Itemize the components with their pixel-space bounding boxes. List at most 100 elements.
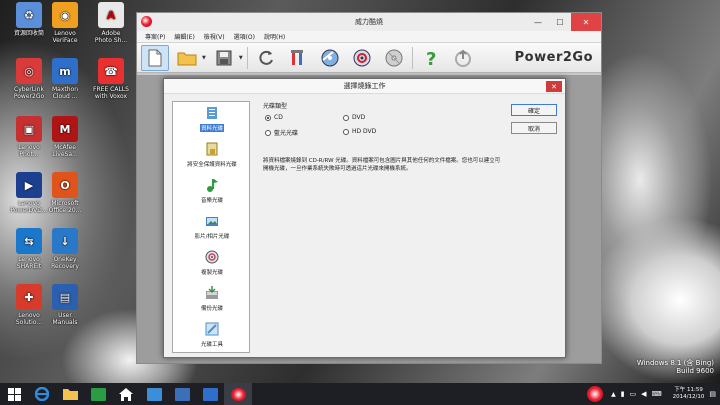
toolbar: ▼ ▼ ? Power2Go [137, 43, 601, 73]
radio-cd[interactable]: CD [265, 114, 283, 121]
task-label: 將安全保護資料光碟 [187, 162, 237, 168]
notifications-icon[interactable]: ▤ [709, 390, 716, 398]
folder-icon [177, 52, 197, 65]
burn-button[interactable] [316, 45, 344, 71]
desktop-icon-mcafee-livesafe[interactable]: M McAfee LiveSa... [42, 116, 88, 158]
task-label: 複製光碟 [200, 270, 223, 276]
erase-disc-button[interactable] [380, 45, 408, 71]
clock[interactable]: 下午 11:59 2014/12/10 [673, 387, 705, 401]
desktop-icon-onekey-recovery[interactable]: ↓ OneKey Recovery [42, 228, 88, 270]
taskbar-lenovo[interactable] [168, 383, 196, 405]
taskbar-home[interactable] [112, 383, 140, 405]
taskbar: ▲ ▮ ▭ ◀ ⌨ 下午 11:59 2014/12/10 ▤ [0, 383, 720, 405]
adobe-photoshop-icon: A [98, 2, 124, 28]
task-backup-disc[interactable]: 備份光碟 [173, 286, 251, 312]
lenovo-icon [174, 387, 190, 401]
desktop-icon-microsoft-office[interactable]: O Microsoft Office 20... [42, 172, 88, 214]
radio-bluray-label: 藍光光碟 [274, 130, 299, 137]
video-photo-disc-icon [206, 217, 218, 226]
desktop-icon-label: Microsoft Office 20... [48, 200, 82, 214]
radio-bluray-indicator[interactable] [265, 129, 271, 136]
toolbar-separator [411, 46, 413, 69]
menu-project[interactable]: 專案(P) [145, 32, 165, 41]
task-video-photo-disc[interactable]: 影片/相片光碟 [173, 214, 251, 240]
dialog-close-button[interactable]: ✕ [546, 81, 562, 92]
task-disc-tools[interactable]: 光碟工具 [173, 322, 251, 348]
desktop-icon-free-calls-voxox[interactable]: ☎ FREE CALLS with Voxox [88, 58, 134, 100]
desktop-icon-user-manuals[interactable]: ▤ User Manuals [42, 284, 88, 326]
battery-icon[interactable]: ▭ [630, 390, 637, 398]
help-button[interactable]: ? [417, 45, 445, 71]
radio-cd-indicator[interactable] [265, 114, 271, 121]
ok-button[interactable]: 確定 [511, 104, 557, 116]
minimize-button[interactable]: — [527, 13, 549, 31]
new-project-button[interactable] [141, 44, 169, 71]
toolbar-separator [246, 46, 248, 69]
maxthon-icon [202, 387, 218, 401]
open-dropdown-icon[interactable]: ▼ [202, 55, 206, 61]
taskbar-internet-explorer[interactable] [28, 383, 56, 405]
brand-logo: Power2Go [514, 50, 593, 65]
taskbar-file-explorer[interactable] [56, 383, 84, 405]
desktop-icon-lenovo-veriface[interactable]: ◉ Lenovo VeriFace [42, 2, 88, 44]
onekey-recovery-icon: ↓ [52, 228, 78, 254]
copy-disc-icon [205, 250, 219, 264]
dialog-titlebar[interactable]: 選擇燒錄工作 ✕ [164, 79, 565, 94]
desktop-icon-label: User Manuals [52, 312, 78, 326]
task-music-disc[interactable]: 音樂光碟 [173, 178, 251, 204]
tools-button[interactable] [284, 45, 312, 71]
task-copy-disc[interactable]: 複製光碟 [173, 250, 251, 276]
disc-type-title: 光碟類型 [263, 103, 288, 110]
radio-dvd[interactable]: DVD [343, 114, 365, 121]
task-label: 音樂光碟 [200, 198, 223, 204]
start-button[interactable] [0, 383, 28, 405]
music-disc-icon [207, 179, 218, 192]
lenovo-photo-icon: ▣ [16, 116, 42, 142]
radio-hd-dvd[interactable]: HD DVD [343, 128, 376, 135]
save-project-button[interactable] [210, 45, 238, 71]
desktop-icon-label: FREE CALLS with Voxox [93, 86, 129, 100]
free-calls-voxox-icon: ☎ [98, 58, 124, 84]
power2go-app-icon[interactable] [141, 16, 152, 27]
taskbar-mail[interactable] [140, 383, 168, 405]
disc-icon [385, 49, 403, 66]
cyberlink-tray-icon[interactable] [587, 386, 604, 402]
taskbar-power2go[interactable] [224, 383, 252, 405]
menu-edit[interactable]: 編輯(E) [174, 32, 194, 41]
radio-cd-label: CD [274, 114, 283, 121]
desktop-icon-maxthon-cloud[interactable]: m Maxthon Cloud ... [42, 58, 88, 100]
close-button[interactable]: ✕ [571, 13, 601, 31]
menu-view[interactable]: 檢視(V) [204, 32, 225, 41]
save-dropdown-icon[interactable]: ▼ [239, 55, 243, 61]
update-button[interactable] [449, 45, 477, 71]
task-data-disc[interactable]: 資料光碟 [173, 106, 251, 132]
radio-hd-dvd-indicator[interactable] [343, 128, 349, 135]
mcafee-livesafe-icon: M [52, 116, 78, 142]
upload-icon [454, 49, 471, 67]
mail-icon [146, 387, 162, 401]
app-titlebar[interactable]: 威力酷燒 — ☐ ✕ [137, 13, 601, 31]
copy-disc-button[interactable] [348, 45, 376, 71]
volume-icon[interactable]: ◀ [641, 390, 646, 398]
cancel-button[interactable]: 取消 [511, 122, 557, 134]
internet-explorer-icon [35, 387, 49, 401]
open-project-button[interactable] [173, 45, 201, 71]
tray-expand-icon[interactable]: ▲ [611, 391, 616, 398]
network-icon[interactable]: ▮ [621, 390, 625, 398]
menu-options[interactable]: 選項(O) [234, 32, 255, 41]
radio-bluray[interactable]: 藍光光碟 [265, 128, 298, 137]
select-burn-task-dialog: 選擇燒錄工作 ✕ 資料光碟 將安全保護資料光碟 音樂光碟 影片/相片光碟 複製光… [163, 78, 566, 358]
desktop-icon-adobe-photoshop[interactable]: A Adobe Photo Sh... [88, 2, 134, 44]
radio-dvd-indicator[interactable] [343, 114, 349, 121]
menu-help[interactable]: 說明(H) [264, 32, 285, 41]
maximize-button[interactable]: ☐ [549, 13, 571, 31]
power2go-icon [230, 387, 246, 401]
keyboard-icon[interactable]: ⌨ [652, 390, 662, 398]
task-secure-disc[interactable]: 將安全保護資料光碟 [173, 142, 251, 168]
help-icon: ? [426, 49, 436, 67]
taskbar-store[interactable] [84, 383, 112, 405]
watermark-line1: Windows 8.1 (含 Bing) [636, 359, 714, 367]
refresh-icon [259, 50, 273, 65]
refresh-button[interactable] [252, 45, 280, 71]
taskbar-maxthon[interactable] [196, 383, 224, 405]
